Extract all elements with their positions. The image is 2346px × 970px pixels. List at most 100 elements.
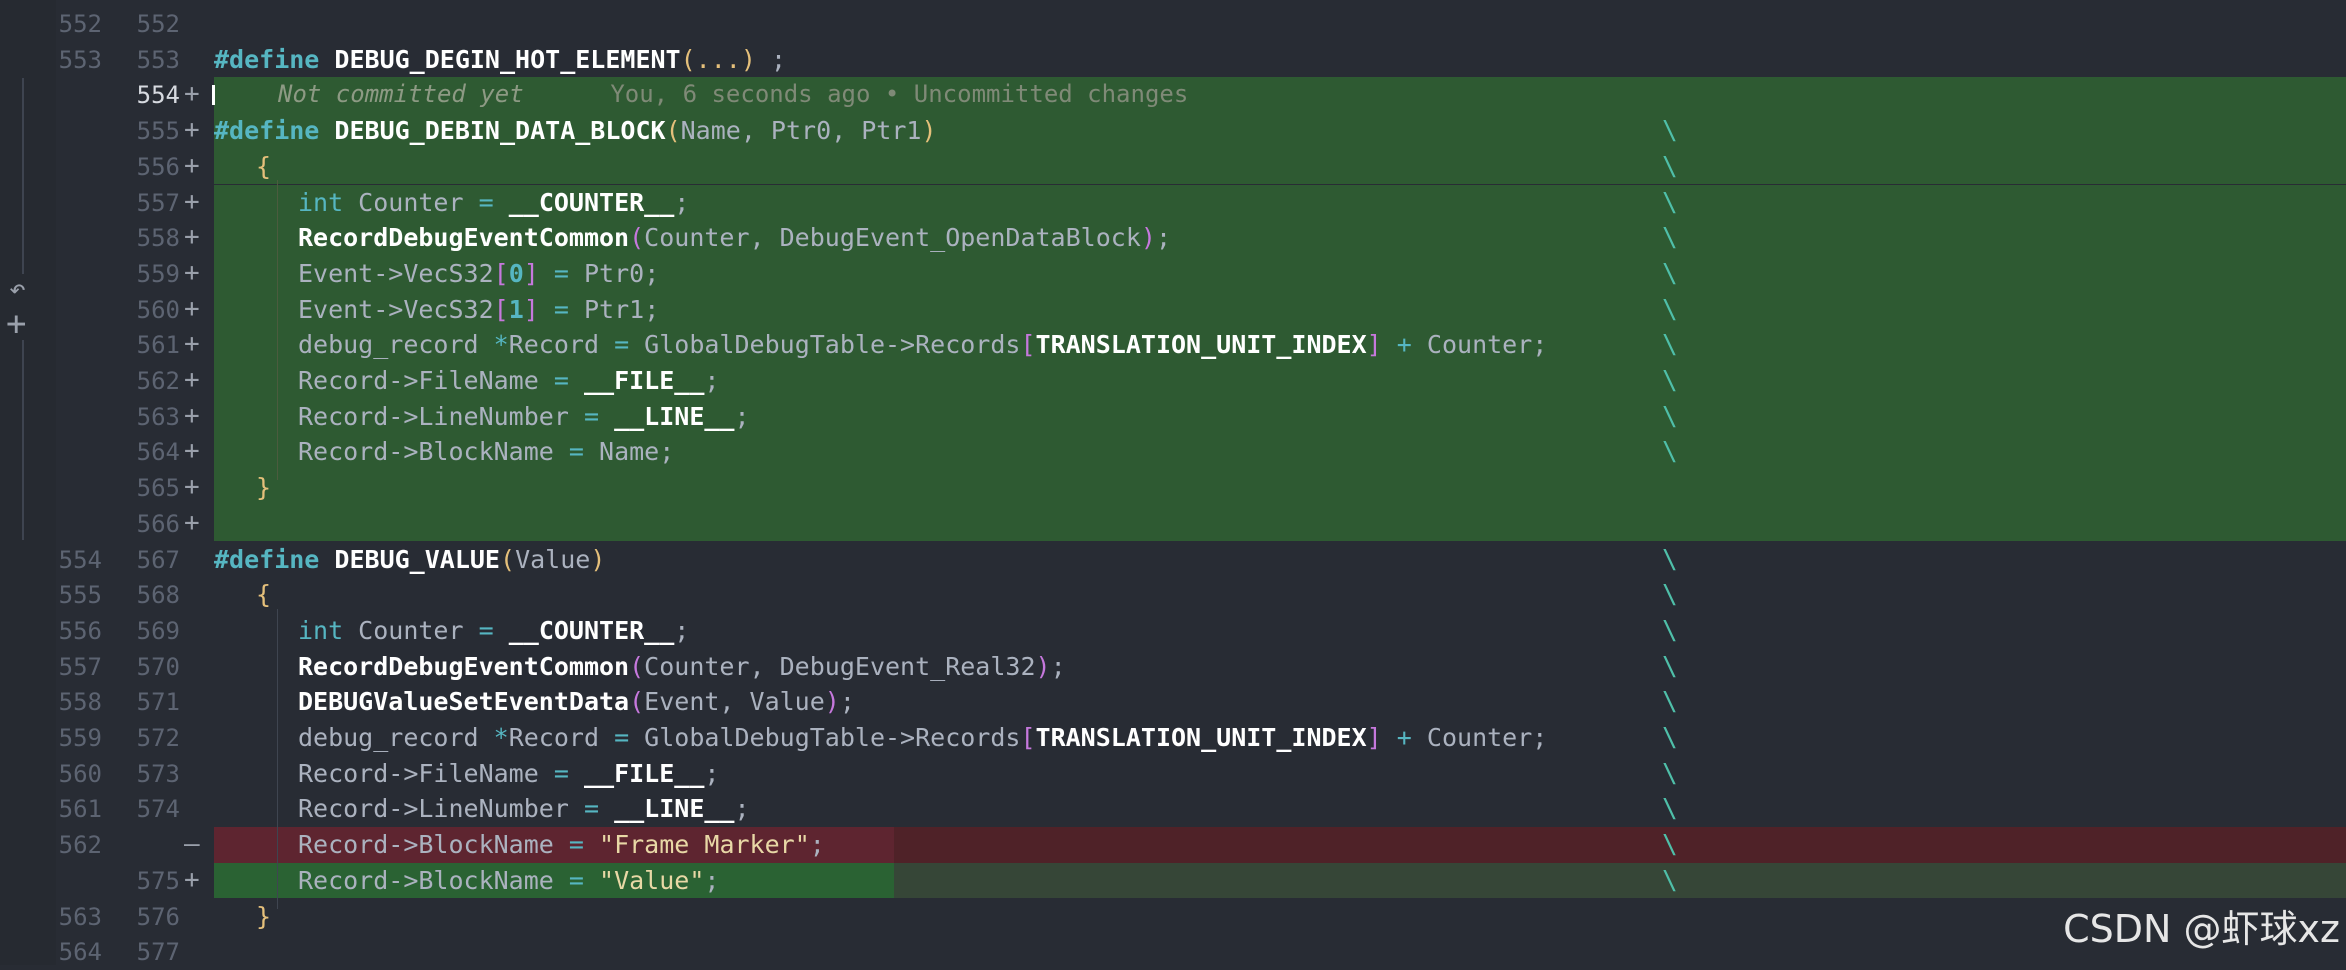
new-line-number: 566: [136, 509, 180, 538]
new-line-number: 560: [136, 295, 180, 324]
code-token: Record->FileName: [297, 758, 554, 788]
diff-sign: +: [184, 186, 200, 217]
code-line[interactable]: 554 + Not committed yet You, 6 seconds ago…: [0, 77, 2346, 114]
code-token: ]: [1366, 330, 1382, 360]
new-line-number: 570: [136, 652, 180, 681]
code-token: }: [255, 901, 272, 931]
code-line[interactable]: 561 574 Record->LineNumber = __LINE__; \: [0, 791, 2346, 827]
code-token: [: [493, 294, 509, 324]
code-text: Record->FileName = __FILE__;: [298, 366, 719, 395]
code-token: Counter;: [1411, 330, 1548, 360]
new-line-number: 553: [136, 45, 180, 74]
code-token: =: [614, 723, 630, 752]
code-token: =: [614, 330, 630, 360]
code-line[interactable]: 562 + Record->FileName = __FILE__; \: [0, 363, 2346, 399]
old-line-number: 564: [58, 938, 102, 967]
code-line[interactable]: 552 552: [0, 6, 2346, 42]
code-text: RecordDebugEventCommon(Counter, DebugEve…: [298, 223, 1171, 252]
code-line[interactable]: 559 + Event->VecS32[0] = Ptr0; \: [0, 255, 2346, 292]
code-token: =: [553, 258, 569, 288]
diff-sign: +: [184, 79, 200, 110]
code-line[interactable]: 554 567 #define DEBUG_VALUE(Value) \: [0, 542, 2346, 578]
code-token: int: [297, 187, 344, 217]
code-text: Record->LineNumber = __LINE__;: [298, 794, 750, 823]
old-line-number: 556: [58, 616, 102, 645]
code-line[interactable]: 560 + Event->VecS32[1] = Ptr1; \: [0, 291, 2346, 328]
new-line-number: 561: [136, 331, 180, 360]
diff-sign: +: [184, 436, 200, 467]
code-text: #define DEBUG_DEGIN_HOT_ELEMENT(...) ;: [214, 45, 786, 74]
code-text: Record->BlockName = "Frame Marker";: [298, 830, 825, 859]
code-token: ;: [1155, 223, 1171, 253]
code-token: ;: [704, 758, 720, 788]
code-line[interactable]: 575 + Record->BlockName = "Value"; \: [0, 862, 2346, 899]
code-line[interactable]: 565 +}: [0, 470, 2346, 506]
code-token: {: [255, 151, 272, 181]
code-token: [: [1020, 330, 1036, 360]
code-token: Ptr1;: [568, 294, 660, 324]
code-token: DEBUG_DEGIN_HOT_ELEMENT: [334, 44, 681, 74]
added-line-highlight: [214, 505, 2346, 542]
code-line[interactable]: 559 572 debug_record *Record = GlobalDebug…: [0, 720, 2346, 756]
code-line[interactable]: 562 — Record->BlockName = "Frame Marker"; \: [0, 827, 2346, 863]
diff-editor[interactable]: ↶ + 552 552 553 553 #define DEBUG_DEGIN_HOT_…: [0, 0, 2346, 967]
code-line[interactable]: 557 570 RecordDebugEventCommon(Counter, De…: [0, 649, 2346, 685]
diff-sign: +: [184, 329, 200, 360]
diff-sign: +: [184, 472, 200, 503]
code-text: Event->VecS32[1] = Ptr1;: [298, 295, 659, 324]
code-token: =: [553, 366, 569, 395]
code-text: int Counter = __COUNTER__;: [298, 188, 689, 217]
code-token: ...: [695, 44, 741, 74]
new-line-number: 555: [136, 117, 180, 146]
code-token: __COUNTER__: [508, 615, 675, 645]
line-continuation: \: [1662, 187, 1678, 218]
code-token: Counter, DebugEvent_Real32: [644, 651, 1036, 681]
code-line[interactable]: 556 + {\: [0, 148, 2346, 185]
code-token: ;: [674, 615, 690, 645]
code-token: Counter: [343, 615, 479, 645]
code-line[interactable]: 563 + Record->LineNumber = __LINE__; \: [0, 398, 2346, 435]
new-line-number: 559: [136, 259, 180, 288]
code-token: "Frame Marker": [599, 830, 810, 860]
blame-detail: You, 6 seconds ago • Uncommitted changes: [523, 80, 1189, 109]
new-line-number: 557: [136, 188, 180, 217]
code-token: +: [1396, 330, 1412, 360]
new-line-number: 569: [136, 616, 180, 645]
code-line[interactable]: 558 + RecordDebugEventCommon(Counter, Debu…: [0, 220, 2346, 256]
code-line[interactable]: 564 + Record->BlockName = Name; \: [0, 434, 2346, 471]
code-text: Record->BlockName = Name;: [298, 437, 674, 466]
code-token: TRANSLATION_UNIT_INDEX: [1035, 723, 1367, 752]
new-line-number: 575: [136, 866, 180, 895]
code-line[interactable]: 563 576}: [0, 899, 2346, 935]
code-line[interactable]: 553 553 #define DEBUG_DEGIN_HOT_ELEMENT(..…: [0, 42, 2346, 78]
added-line-highlight: [214, 148, 2346, 185]
new-line-number: 573: [136, 759, 180, 788]
code-line[interactable]: 557 + int Counter = __COUNTER__; \: [0, 184, 2346, 221]
line-continuation: \: [1662, 401, 1678, 432]
code-token: (: [629, 223, 645, 253]
code-text: int Counter = __COUNTER__;: [298, 616, 689, 645]
code-line[interactable]: 555 568 {\: [0, 577, 2346, 613]
code-token: DEBUGValueSetEventData: [297, 687, 630, 717]
code-line[interactable]: 556 569 int Counter = __COUNTER__; \: [0, 613, 2346, 649]
old-line-number: 563: [58, 902, 102, 931]
code-token: Counter;: [1411, 723, 1548, 752]
code-token: Record: [508, 330, 615, 360]
old-line-number: 561: [58, 795, 102, 824]
code-line[interactable]: 561 + debug_record *Record = GlobalDebugTa…: [0, 327, 2346, 363]
new-line-number: 552: [136, 10, 180, 38]
code-token: Record: [508, 723, 615, 752]
code-token: ;: [839, 687, 855, 717]
code-token: GlobalDebugTable->Records: [629, 330, 1021, 360]
code-line[interactable]: 566 +: [0, 505, 2346, 542]
line-continuation: \: [1662, 723, 1678, 753]
code-token: #define: [214, 544, 335, 574]
line-continuation: \: [1662, 865, 1678, 896]
code-token: #define: [214, 116, 335, 146]
code-line[interactable]: 555 + #define DEBUG_DEBIN_DATA_BLOCK(Name,…: [0, 113, 2346, 149]
code-line[interactable]: 558 571 DEBUGValueSetEventData(Event, Valu…: [0, 684, 2346, 720]
code-line[interactable]: 560 573 Record->FileName = __FILE__; \: [0, 756, 2346, 792]
new-line-number: 558: [136, 224, 180, 253]
